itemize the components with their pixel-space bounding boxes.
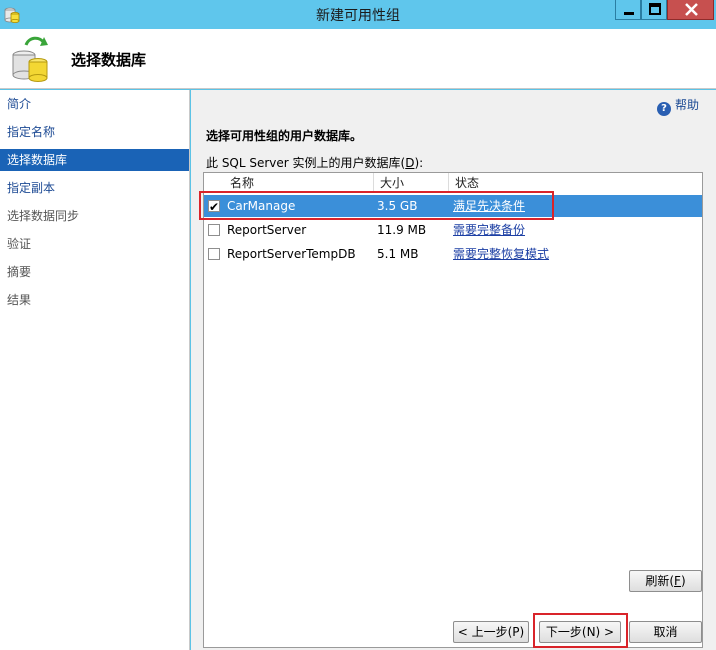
- title-bar: 新建可用性组: [0, 0, 716, 29]
- nav-item-name[interactable]: 指定名称: [0, 121, 189, 143]
- maximize-button[interactable]: [641, 0, 667, 20]
- table-row[interactable]: ReportServerTempDB 5.1 MB 需要完整恢复模式: [204, 243, 702, 265]
- list-label-post: ):: [414, 156, 424, 170]
- row-size: 11.9 MB: [377, 223, 427, 237]
- nav-item-summary: 摘要: [7, 265, 32, 279]
- row-name: ReportServer: [227, 223, 307, 237]
- page-title: 选择数据库: [71, 51, 147, 69]
- nav-item-results: 结果: [7, 293, 32, 307]
- help-link[interactable]: ? 帮助: [657, 97, 700, 116]
- refresh-label-pre: 刷新(: [645, 574, 675, 588]
- row-name: CarManage: [227, 199, 296, 213]
- row-size: 3.5 GB: [377, 199, 418, 213]
- next-button[interactable]: 下一步(N) >: [539, 621, 621, 643]
- table-row[interactable]: CarManage 3.5 GB 满足先决条件: [204, 195, 702, 218]
- column-header-size[interactable]: 大小: [374, 173, 449, 193]
- help-label: 帮助: [675, 98, 700, 112]
- maximize-icon: [649, 3, 661, 15]
- page-header: 选择数据库: [0, 29, 716, 89]
- row-name: ReportServerTempDB: [227, 247, 356, 261]
- database-sync-icon: [12, 36, 48, 82]
- instruction-text: 选择可用性组的用户数据库。: [206, 129, 363, 143]
- row-checkbox[interactable]: [208, 224, 220, 236]
- column-header-name[interactable]: 名称: [224, 173, 374, 193]
- nav-item-intro[interactable]: 简介: [0, 93, 189, 115]
- database-list[interactable]: 名称 大小 状态 CarManage 3.5 GB 满足先决条件 ReportS…: [203, 172, 703, 648]
- row-size: 5.1 MB: [377, 247, 419, 261]
- row-status-link[interactable]: 需要完整恢复模式: [453, 243, 549, 265]
- refresh-button[interactable]: 刷新(F): [629, 570, 702, 592]
- close-icon: [685, 3, 698, 16]
- list-label-pre: 此 SQL Server 实例上的用户数据库(: [206, 156, 406, 170]
- nav-item-replicas[interactable]: 指定副本: [0, 177, 189, 199]
- nav-item-select-databases[interactable]: 选择数据库: [0, 149, 189, 171]
- cancel-button[interactable]: 取消: [629, 621, 702, 643]
- row-checkbox[interactable]: [208, 196, 220, 218]
- main-panel: ? 帮助 选择可用性组的用户数据库。 此 SQL Server 实例上的用户数据库…: [191, 90, 716, 650]
- close-button[interactable]: [667, 0, 714, 20]
- refresh-accesskey: F: [674, 574, 681, 588]
- window-title: 新建可用性组: [316, 8, 400, 24]
- minimize-icon: [624, 12, 634, 15]
- table-row[interactable]: ReportServer 11.9 MB 需要完整备份: [204, 219, 702, 241]
- wizard-nav: 简介 指定名称 选择数据库 指定副本 选择数据同步 验证 摘要 结果: [0, 90, 190, 650]
- nav-item-data-sync: 选择数据同步: [7, 209, 80, 223]
- minimize-button[interactable]: [615, 0, 641, 20]
- help-icon: ?: [657, 102, 671, 116]
- row-status-link[interactable]: 需要完整备份: [453, 219, 525, 241]
- database-list-label: 此 SQL Server 实例上的用户数据库(D):: [206, 154, 423, 171]
- previous-button[interactable]: < 上一步(P): [453, 621, 529, 643]
- row-status-link[interactable]: 满足先决条件: [453, 195, 525, 217]
- refresh-label-post: ): [680, 574, 686, 588]
- row-checkbox[interactable]: [208, 248, 220, 260]
- nav-item-validation: 验证: [7, 237, 32, 251]
- column-header-status[interactable]: 状态: [449, 173, 702, 193]
